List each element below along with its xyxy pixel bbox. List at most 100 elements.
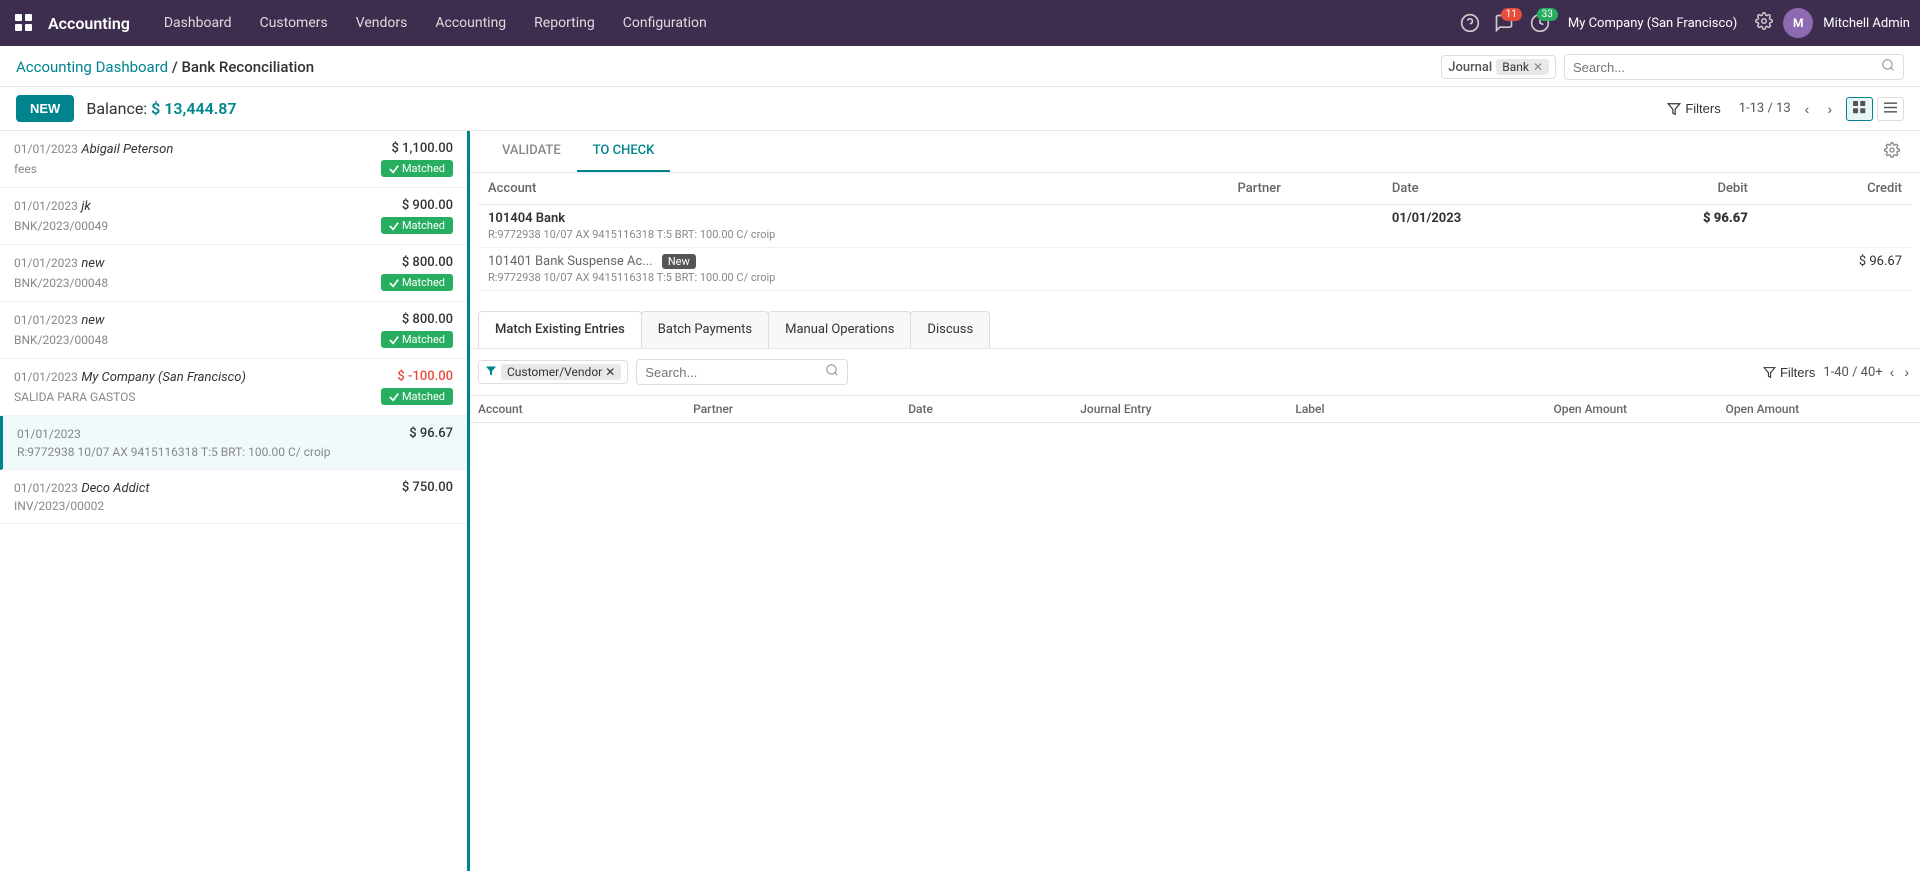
match-prev-button[interactable]: ‹ <box>1887 364 1898 380</box>
user-name: Mitchell Admin <box>1823 16 1910 31</box>
match-col-date: Date <box>908 402 1080 416</box>
nav-customers[interactable]: Customers <box>248 9 340 37</box>
next-page-button[interactable]: › <box>1823 99 1836 119</box>
balance-display: Balance: $ 13,444.87 <box>86 99 236 118</box>
matched-badge: Matched <box>381 160 453 177</box>
batch-payments-tab[interactable]: Batch Payments <box>641 311 769 348</box>
match-search-input[interactable] <box>645 365 821 380</box>
toolbar: NEW Balance: $ 13,444.87 Filters 1-13 / … <box>0 87 1920 131</box>
match-tabs: Match Existing Entries Batch Payments Ma… <box>470 311 1920 349</box>
transaction-item[interactable]: 01/01/2023 new $ 800.00 BNK/2023/00048 M… <box>0 245 467 302</box>
nav-configuration[interactable]: Configuration <box>611 9 719 37</box>
filter-tag-value: Customer/Vendor ✕ <box>501 364 621 380</box>
journal-row-1: 101404 Bank R:9772938 10/07 AX 941511631… <box>478 205 1912 248</box>
new-badge: New <box>662 254 696 269</box>
tx-ref: SALIDA PARA GASTOS <box>14 390 136 404</box>
search-input[interactable] <box>1573 60 1877 75</box>
funnel-icon <box>485 365 497 380</box>
activity-icon[interactable]: 33 <box>1530 13 1550 33</box>
support-icon[interactable] <box>1460 13 1480 33</box>
prev-page-button[interactable]: ‹ <box>1801 99 1814 119</box>
col-account: Account <box>478 173 1228 205</box>
grid-icon[interactable] <box>10 9 38 37</box>
journal-credit-1 <box>1758 205 1912 248</box>
main-layout: 01/01/2023 Abigail Peterson $ 1,100.00 f… <box>0 131 1920 871</box>
journal-filter-close[interactable]: ✕ <box>1533 60 1543 74</box>
tx-partner: new <box>81 313 104 328</box>
match-filter-right: Filters 1-40 / 40+ ‹ › <box>1763 364 1912 380</box>
header-right: Journal Bank ✕ <box>1441 54 1904 80</box>
transaction-item[interactable]: 01/01/2023 Deco Addict $ 750.00 INV/2023… <box>0 470 467 524</box>
matched-badge: Matched <box>381 274 453 291</box>
filters-button[interactable]: Filters <box>1659 97 1728 120</box>
tx-date: 01/01/2023 <box>14 481 78 495</box>
filter-tag-close[interactable]: ✕ <box>605 365 615 379</box>
nav-accounting[interactable]: Accounting <box>423 9 518 37</box>
list-view-button[interactable] <box>1877 97 1904 121</box>
transaction-item[interactable]: 01/01/2023 jk $ 900.00 BNK/2023/00049 Ma… <box>0 188 467 245</box>
match-table-header: Account Partner Date Journal Entry Label… <box>470 396 1920 423</box>
journal-entries-table: Account Partner Date Debit Credit 101404… <box>470 173 1920 291</box>
journal-account-1: 101404 Bank R:9772938 10/07 AX 941511631… <box>478 205 1228 248</box>
search-box <box>1564 54 1904 80</box>
app-title: Accounting <box>48 14 130 33</box>
transaction-item-active[interactable]: 01/01/2023 $ 96.67 R:9772938 10/07 AX 94… <box>0 416 467 470</box>
balance-amount: $ 13,444.87 <box>151 99 236 118</box>
match-filters-button[interactable]: Filters <box>1763 365 1815 380</box>
customer-vendor-filter: Customer/Vendor ✕ <box>478 360 628 384</box>
breadcrumb-current: Bank Reconciliation <box>181 58 314 76</box>
settings-gear-icon[interactable] <box>1884 142 1900 162</box>
match-search-icon[interactable] <box>825 363 839 381</box>
match-pagination-text: 1-40 / 40+ <box>1823 365 1882 380</box>
balance-label: Balance: <box>86 99 147 118</box>
view-toggle <box>1846 97 1904 121</box>
col-credit: Credit <box>1758 173 1912 205</box>
discuss-tab[interactable]: Discuss <box>910 311 990 348</box>
search-icon[interactable] <box>1881 58 1895 76</box>
tx-date: 01/01/2023 <box>14 142 78 156</box>
match-col-open1: Open Amount <box>1553 402 1725 416</box>
match-col-partner: Partner <box>693 402 908 416</box>
tx-ref: R:9772938 10/07 AX 9415116318 T:5 BRT: 1… <box>17 445 330 459</box>
breadcrumb-parent[interactable]: Accounting Dashboard <box>16 58 168 76</box>
nav-vendors[interactable]: Vendors <box>344 9 420 37</box>
tx-amount: $ 800.00 <box>402 255 453 270</box>
match-col-label: Label <box>1295 402 1553 416</box>
kanban-view-button[interactable] <box>1846 97 1873 121</box>
tx-ref: BNK/2023/00049 <box>14 219 108 233</box>
transaction-item[interactable]: 01/01/2023 Abigail Peterson $ 1,100.00 f… <box>0 131 467 188</box>
journal-row-2: 101401 Bank Suspense Ac... New R:9772938… <box>478 248 1912 291</box>
manual-operations-tab[interactable]: Manual Operations <box>768 311 911 348</box>
messages-icon[interactable]: 11 <box>1494 13 1514 33</box>
matched-badge: Matched <box>381 331 453 348</box>
tx-date: 01/01/2023 <box>14 199 78 213</box>
to-check-tab[interactable]: TO CHECK <box>577 131 671 172</box>
match-existing-tab[interactable]: Match Existing Entries <box>478 311 642 348</box>
transaction-item[interactable]: 01/01/2023 My Company (San Francisco) $ … <box>0 359 467 416</box>
journal-partner-1 <box>1228 205 1382 248</box>
tx-ref: fees <box>14 162 37 176</box>
settings-icon[interactable] <box>1755 12 1773 34</box>
journal-filter-label: Journal <box>1448 60 1492 75</box>
match-search-box <box>636 359 848 385</box>
matched-badge: Matched <box>381 388 453 405</box>
user-avatar[interactable]: M <box>1783 8 1813 38</box>
validate-tab[interactable]: VALIDATE <box>486 131 577 172</box>
transaction-item[interactable]: 01/01/2023 new $ 800.00 BNK/2023/00048 M… <box>0 302 467 359</box>
filter-tag-label: Customer/Vendor <box>507 365 602 379</box>
journal-filter: Journal Bank ✕ <box>1441 55 1556 79</box>
match-filters-label: Filters <box>1780 365 1815 380</box>
nav-dashboard[interactable]: Dashboard <box>152 9 244 37</box>
tx-amount: $ 800.00 <box>402 312 453 327</box>
tx-date: 01/01/2023 <box>14 313 78 327</box>
toolbar-right: Filters 1-13 / 13 ‹ › <box>1659 97 1904 121</box>
activity-badge: 33 <box>1537 8 1558 21</box>
tx-ref: INV/2023/00002 <box>14 499 104 513</box>
journal-debit-1: $ 96.67 <box>1600 205 1758 248</box>
new-button[interactable]: NEW <box>16 95 74 122</box>
nav-reporting[interactable]: Reporting <box>522 9 607 37</box>
match-next-button[interactable]: › <box>1901 364 1912 380</box>
tx-date: 01/01/2023 <box>17 427 81 441</box>
col-debit: Debit <box>1600 173 1758 205</box>
company-name: My Company (San Francisco) <box>1568 16 1737 31</box>
